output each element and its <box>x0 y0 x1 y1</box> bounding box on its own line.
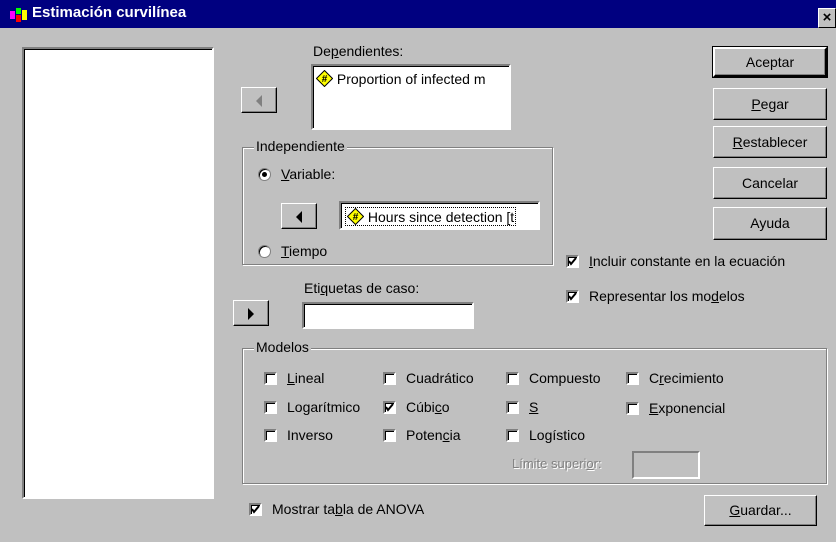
dependents-list[interactable]: # Proportion of infected m <box>311 64 511 130</box>
s-label: S <box>529 399 539 415</box>
cubic-label: Cúbico <box>406 399 450 415</box>
exponential-checkbox[interactable] <box>626 402 639 415</box>
save-button[interactable]: Guardar... <box>704 495 817 526</box>
radio-selected-dot <box>262 172 267 177</box>
logarithmic-checkbox[interactable] <box>264 401 277 414</box>
plot-models-label: Representar los modelos <box>589 288 745 304</box>
power-checkbox[interactable] <box>383 429 396 442</box>
close-button[interactable]: × <box>818 8 836 28</box>
left-arrow-icon <box>296 211 302 223</box>
cubic-checkbox[interactable] <box>383 401 396 414</box>
independent-group-label: Independiente <box>254 138 347 154</box>
time-radio[interactable] <box>258 245 271 258</box>
models-group-label: Modelos <box>254 339 311 355</box>
anova-label: Mostrar tabla de ANOVA <box>272 501 425 517</box>
time-radio-label: Tiempo <box>281 243 328 259</box>
logistic-label: Logístico <box>529 427 586 443</box>
logistic-checkbox[interactable] <box>506 429 519 442</box>
growth-checkbox[interactable] <box>626 372 639 385</box>
upper-limit-field[interactable] <box>632 451 700 479</box>
reset-button[interactable]: Restablecer <box>713 126 827 158</box>
help-button[interactable]: Ayuda <box>713 207 827 240</box>
case-labels-field[interactable] <box>302 302 474 329</box>
logarithmic-label: Logarítmico <box>287 399 361 415</box>
compound-label: Compuesto <box>529 370 601 386</box>
power-label: Potencia <box>406 427 461 443</box>
variable-radio[interactable] <box>258 168 271 181</box>
left-arrow-icon <box>256 95 262 107</box>
quadratic-label: Cuadrático <box>406 370 474 386</box>
quadratic-checkbox[interactable] <box>383 372 396 385</box>
right-arrow-icon <box>248 308 254 320</box>
checkmark-icon <box>385 403 394 412</box>
linear-label: Lineal <box>287 370 325 386</box>
independent-variable-value: # Hours since detection [t <box>345 207 535 226</box>
paste-button[interactable]: Pegar <box>713 88 827 120</box>
anova-checkbox[interactable] <box>249 503 262 516</box>
move-case-labels-button[interactable] <box>233 300 269 326</box>
case-labels-label: Etiquetas de caso: <box>304 280 420 296</box>
variables-list[interactable] <box>22 47 214 499</box>
move-independent-button[interactable] <box>281 203 317 229</box>
include-constant-checkbox[interactable] <box>566 255 579 268</box>
dependents-label: Dependientes: <box>313 43 404 59</box>
inverse-label: Inverso <box>287 427 333 443</box>
linear-checkbox[interactable] <box>264 372 277 385</box>
exponential-label: Exponencial <box>649 400 726 416</box>
upper-limit-label: Límite superior: <box>512 456 602 471</box>
close-icon: × <box>822 9 832 26</box>
checkmark-icon <box>251 505 260 514</box>
window-title: Estimación curvilínea <box>32 4 187 21</box>
independent-variable-field[interactable]: # Hours since detection [t <box>339 201 540 230</box>
accept-button[interactable]: Aceptar <box>712 46 828 78</box>
growth-label: Crecimiento <box>649 370 724 386</box>
svg-text:#: # <box>353 212 359 223</box>
checkmark-icon <box>568 292 577 301</box>
include-constant-label: Incluir constante en la ecuación <box>589 253 786 269</box>
app-icon <box>10 8 27 22</box>
checkmark-icon <box>568 257 577 266</box>
svg-text:#: # <box>322 74 328 85</box>
inverse-checkbox[interactable] <box>264 429 277 442</box>
list-item[interactable]: # Proportion of infected m <box>316 70 506 87</box>
compound-checkbox[interactable] <box>506 372 519 385</box>
plot-models-checkbox[interactable] <box>566 290 579 303</box>
scale-variable-icon: # <box>346 207 365 226</box>
variable-radio-label: Variable: <box>281 166 336 182</box>
s-checkbox[interactable] <box>506 401 519 414</box>
move-dependent-button[interactable] <box>241 87 277 113</box>
scale-variable-icon: # <box>316 70 334 87</box>
cancel-button[interactable]: Cancelar <box>713 167 827 199</box>
